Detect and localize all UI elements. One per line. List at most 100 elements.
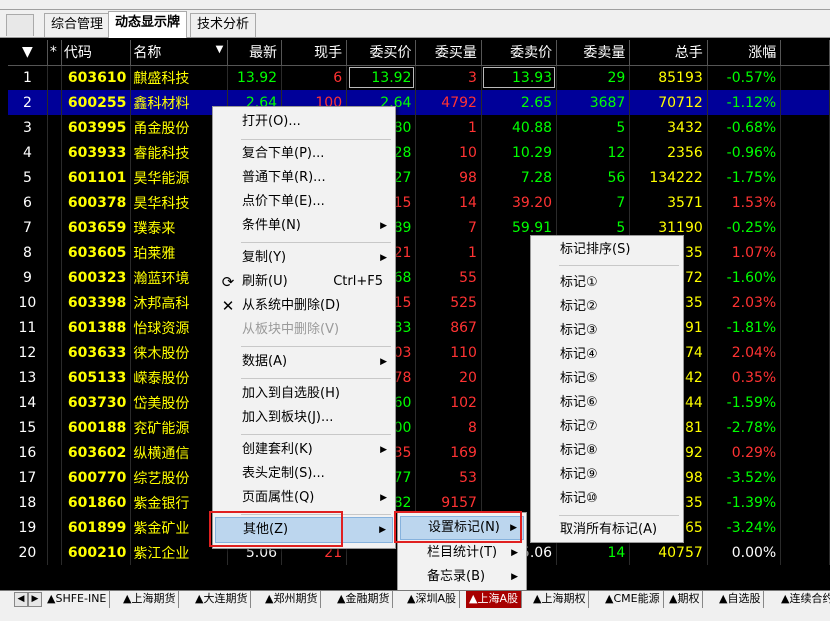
menu-delete-from-block[interactable]: 从板块中删除(V) (215, 319, 393, 341)
total-volume-cell: 85193 (629, 65, 708, 90)
market-tab-shanghai-a[interactable]: ▲上海A股 (466, 591, 522, 608)
menu-mark-7[interactable]: 标记⑦ (533, 416, 681, 438)
col-ask[interactable]: 委卖价 (481, 40, 558, 66)
table-row[interactable]: 17 600770 综艺股份 77 53 098 -3.52% (8, 465, 830, 490)
mark-cell (47, 465, 62, 490)
menu-set-mark[interactable]: 设置标记(N) ▶ (400, 516, 524, 540)
total-volume-cell: 2356 (629, 140, 708, 165)
menu-clear-all-marks[interactable]: 取消所有标记(A) (533, 519, 681, 541)
tab-technical-analysis[interactable]: 技术分析 (190, 13, 257, 37)
bid-qty-cell: 525 (415, 290, 482, 315)
col-last[interactable]: 最新 (227, 40, 283, 66)
menu-conditional-order[interactable]: 条件单(N) ▶ (215, 215, 393, 237)
table-row[interactable]: 11 601388 怡球资源 33 867 291 -1.81% (8, 315, 830, 340)
table-row[interactable]: 10603398沐邦高科1552531352.03% (8, 290, 830, 315)
col-mark[interactable]: * (47, 40, 62, 66)
menu-delete-from-system[interactable]: ✕ 从系统中删除(D) (215, 295, 393, 317)
market-tab-financial-futures[interactable]: ▲金融期货 (334, 591, 394, 608)
menu-mark-4[interactable]: 标记④ (533, 344, 681, 366)
market-tab-dalian-futures[interactable]: ▲大连期货 (192, 591, 252, 608)
sort-arrow-icon[interactable]: ▼ (8, 40, 48, 66)
menu-column-stats[interactable]: 栏目统计(T) ▶ (400, 542, 524, 564)
table-row[interactable]: 7 603659 璞泰来 89 7 59.91 5 31190 -0.25% (8, 215, 830, 240)
market-tab-shfe-ine[interactable]: ▲SHFE-INE (44, 591, 111, 608)
tab-scroll-grip[interactable] (6, 14, 34, 36)
submenu-arrow-icon: ▶ (380, 357, 387, 367)
table-row[interactable]: 16 603602 纵横通信 35 169 592 0.29% (8, 440, 830, 465)
menu-mark-8[interactable]: 标记⑧ (533, 440, 681, 462)
menu-open[interactable]: 打开(O)... (215, 111, 393, 133)
table-row[interactable]: 1 603610 麒盛科技 13.92 6 13.92 3 13.93 29 85193 -0.57… (8, 65, 830, 90)
menu-header-customize[interactable]: 表头定制(S)... (215, 463, 393, 485)
submenu-marks: 标记排序(S) 标记① 标记② 标记③ 标记④ 标记⑤ 标记⑥ 标记⑦ 标记⑧ … (530, 235, 684, 543)
market-tab-watchlist[interactable]: ▲自选股 (716, 591, 765, 608)
col-volume[interactable]: 现手 (281, 40, 348, 66)
menu-sort-marks[interactable]: 标记排序(S) (533, 239, 681, 261)
menu-mark-3[interactable]: 标记③ (533, 320, 681, 342)
tab-general[interactable]: 综合管理 (44, 13, 111, 37)
change-pct-cell: -0.68% (707, 115, 782, 140)
menu-memo[interactable]: 备忘录(B) ▶ (400, 566, 524, 588)
table-row[interactable]: 2 600255 鑫科材料 2.64 100 2.64 4792 2.65 3687 70712-… (8, 90, 830, 115)
col-change[interactable]: 涨幅 (707, 40, 782, 66)
bid-qty-cell: 1 (415, 240, 482, 265)
table-row[interactable]: 5 601101 昊华能源 27 98 7.28 56 134222 -1.75% (8, 165, 830, 190)
table-header: ▼ * 代码 名称 ▼ 最新 现手 委买价 委买量 委卖价 委卖量 总手 涨幅 (8, 40, 830, 66)
bid-qty-cell: 10 (415, 140, 482, 165)
table-row[interactable]: 8603605珀莱雅211168351.07% (8, 240, 830, 265)
market-tab-shenzhen-a[interactable]: ▲深圳A股 (404, 591, 460, 608)
menu-page-properties[interactable]: 页面属性(Q) ▶ (215, 487, 393, 509)
overflow-cell (780, 290, 830, 315)
menu-mark-5[interactable]: 标记⑤ (533, 368, 681, 390)
bid-qty-cell: 3 (415, 65, 482, 90)
market-tab-cme-energy[interactable]: ▲CME能源 (602, 591, 664, 608)
market-tab-continuous[interactable]: ▲连续合约 (778, 591, 830, 608)
table-row[interactable]: 4 603933 睿能科技 28 10 10.29 12 2356 -0.96% (8, 140, 830, 165)
market-tab-shanghai-options[interactable]: ▲上海期权 (530, 591, 590, 608)
menu-mark-6[interactable]: 标记⑥ (533, 392, 681, 414)
table-row[interactable]: 13 605133 嵘泰股份 78 20 142 0.35% (8, 365, 830, 390)
col-ask-qty[interactable]: 委卖量 (556, 40, 631, 66)
mark-cell (47, 215, 62, 240)
code-cell: 603933 (61, 140, 132, 165)
mark-cell (47, 240, 62, 265)
col-name[interactable]: 名称 ▼ (130, 40, 229, 66)
refresh-icon: ⟳ (221, 273, 235, 291)
scroll-right-icon[interactable]: ▶ (28, 592, 42, 607)
scroll-left-icon[interactable]: ◀ (14, 592, 28, 607)
mark-cell (47, 65, 62, 90)
menu-mark-1[interactable]: 标记① (533, 272, 681, 294)
change-pct-cell: -1.75% (707, 165, 782, 190)
menu-click-price-order[interactable]: 点价下单(E)... (215, 191, 393, 213)
menu-add-to-watchlist[interactable]: 加入到自选股(H) (215, 383, 393, 405)
market-tab-zhengzhou-futures[interactable]: ▲郑州期货 (262, 591, 322, 608)
market-tab-shanghai-futures[interactable]: ▲上海期货 (120, 591, 180, 608)
submenu-arrow-icon: ▶ (511, 548, 518, 558)
name-dropdown-icon[interactable]: ▼ (216, 44, 224, 55)
menu-copy[interactable]: 复制(Y) ▶ (215, 247, 393, 269)
table-row[interactable]: 15 600188 兖矿能源 00 8 781 -2.78% (8, 415, 830, 440)
menu-mark-10[interactable]: 标记⑩ (533, 488, 681, 510)
col-total[interactable]: 总手 (629, 40, 708, 66)
menu-other[interactable]: 其他(Z) ▶ (215, 517, 393, 543)
menu-add-to-block[interactable]: 加入到板块(J)... (215, 407, 393, 429)
table-row[interactable]: 14 603730 岱美股份 60 102 344 -1.59% (8, 390, 830, 415)
menu-mark-9[interactable]: 标记⑨ (533, 464, 681, 486)
menu-data[interactable]: 数据(A) ▶ (215, 351, 393, 373)
col-code[interactable]: 代码 (61, 40, 132, 66)
table-row[interactable]: 3 603995 甬金股份 80 1 40.88 5 3432 -0.68% (8, 115, 830, 140)
table-row[interactable]: 12 603633 徕木股份 03 110 374 2.04% (8, 340, 830, 365)
menu-mark-2[interactable]: 标记② (533, 296, 681, 318)
menu-set-mark-label: 设置标记(N) (428, 520, 500, 535)
menu-compound-order[interactable]: 复合下单(P)... (215, 143, 393, 165)
col-bid-qty[interactable]: 委买量 (415, 40, 482, 66)
menu-normal-order[interactable]: 普通下单(R)... (215, 167, 393, 189)
menu-create-arbitrage[interactable]: 创建套利(K) ▶ (215, 439, 393, 461)
table-row[interactable]: 9 600323 瀚蓝环境 68 55 972 -1.60% (8, 265, 830, 290)
table-row[interactable]: 6 600378 昊华科技 15 14 39.20 7 3571 1.53% (8, 190, 830, 215)
col-bid[interactable]: 委买价 (346, 40, 417, 66)
tab-dynamic-board[interactable]: 动态显示牌 (108, 11, 188, 38)
market-tab-options[interactable]: ▲期权 (666, 591, 704, 608)
menu-refresh[interactable]: ⟳ 刷新(U) Ctrl+F5 (215, 271, 393, 293)
menu-delete-from-system-label: 从系统中删除(D) (242, 298, 341, 313)
